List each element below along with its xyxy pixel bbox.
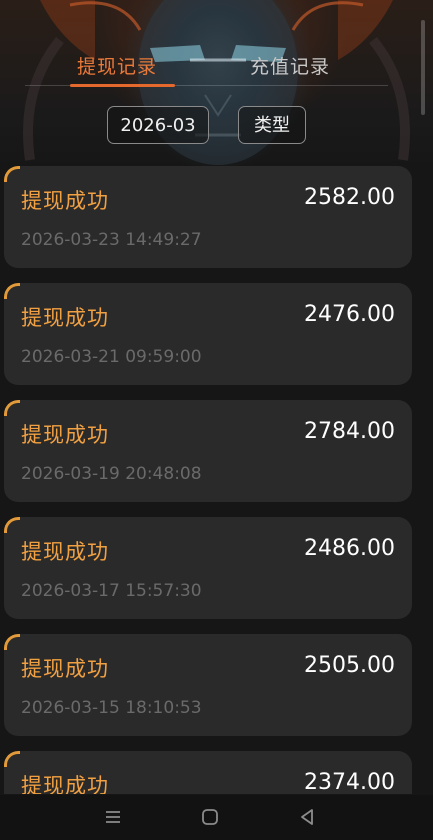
record-amount: 2476.00 <box>304 302 395 327</box>
card-corner-accent <box>4 283 20 299</box>
tab-recharge-records[interactable]: 充值记录 <box>250 52 330 79</box>
record-time: 2026-03-19 20:48:08 <box>21 464 202 484</box>
record-status: 提现成功 <box>21 423 109 447</box>
back-icon[interactable] <box>296 806 318 828</box>
record-status: 提现成功 <box>21 657 109 681</box>
record-time: 2026-03-23 14:49:27 <box>21 230 202 250</box>
record-amount: 2784.00 <box>304 419 395 444</box>
record-card[interactable]: 提现成功 2476.00 2026-03-21 09:59:00 <box>4 283 412 385</box>
record-time: 2026-03-21 09:59:00 <box>21 347 202 367</box>
record-amount: 2374.00 <box>304 770 395 794</box>
record-card[interactable]: 提现成功 2374.00 <box>4 751 412 794</box>
record-status: 提现成功 <box>21 774 109 794</box>
card-corner-accent <box>4 400 20 416</box>
card-corner-accent <box>4 166 20 182</box>
scrollbar[interactable] <box>421 20 425 115</box>
card-corner-accent <box>4 517 20 533</box>
record-tabs: 提现记录 充值记录 <box>25 44 388 88</box>
type-filter-button[interactable]: 类型 <box>238 106 306 144</box>
record-card[interactable]: 提现成功 2784.00 2026-03-19 20:48:08 <box>4 400 412 502</box>
record-card[interactable]: 提现成功 2486.00 2026-03-17 15:57:30 <box>4 517 412 619</box>
tab-withdraw-records[interactable]: 提现记录 <box>77 52 157 79</box>
record-status: 提现成功 <box>21 306 109 330</box>
card-corner-accent <box>4 634 20 650</box>
record-status: 提现成功 <box>21 189 109 213</box>
screen: 提现记录 充值记录 2026-03 类型 提现成功 2582.00 2026-0… <box>0 0 433 840</box>
record-amount: 2486.00 <box>304 536 395 561</box>
system-navigation-bar <box>0 795 433 840</box>
record-time: 2026-03-15 18:10:53 <box>21 698 202 718</box>
card-corner-accent <box>4 751 20 767</box>
record-amount: 2582.00 <box>304 185 395 210</box>
withdraw-record-list[interactable]: 提现成功 2582.00 2026-03-23 14:49:27 提现成功 24… <box>4 166 412 794</box>
record-card[interactable]: 提现成功 2582.00 2026-03-23 14:49:27 <box>4 166 412 268</box>
record-card[interactable]: 提现成功 2505.00 2026-03-15 18:10:53 <box>4 634 412 736</box>
record-amount: 2505.00 <box>304 653 395 678</box>
record-time: 2026-03-17 15:57:30 <box>21 581 202 601</box>
month-filter-button[interactable]: 2026-03 <box>107 106 209 144</box>
record-status: 提现成功 <box>21 540 109 564</box>
active-tab-indicator <box>70 84 175 87</box>
menu-icon[interactable] <box>102 806 124 828</box>
home-icon[interactable] <box>199 806 221 828</box>
